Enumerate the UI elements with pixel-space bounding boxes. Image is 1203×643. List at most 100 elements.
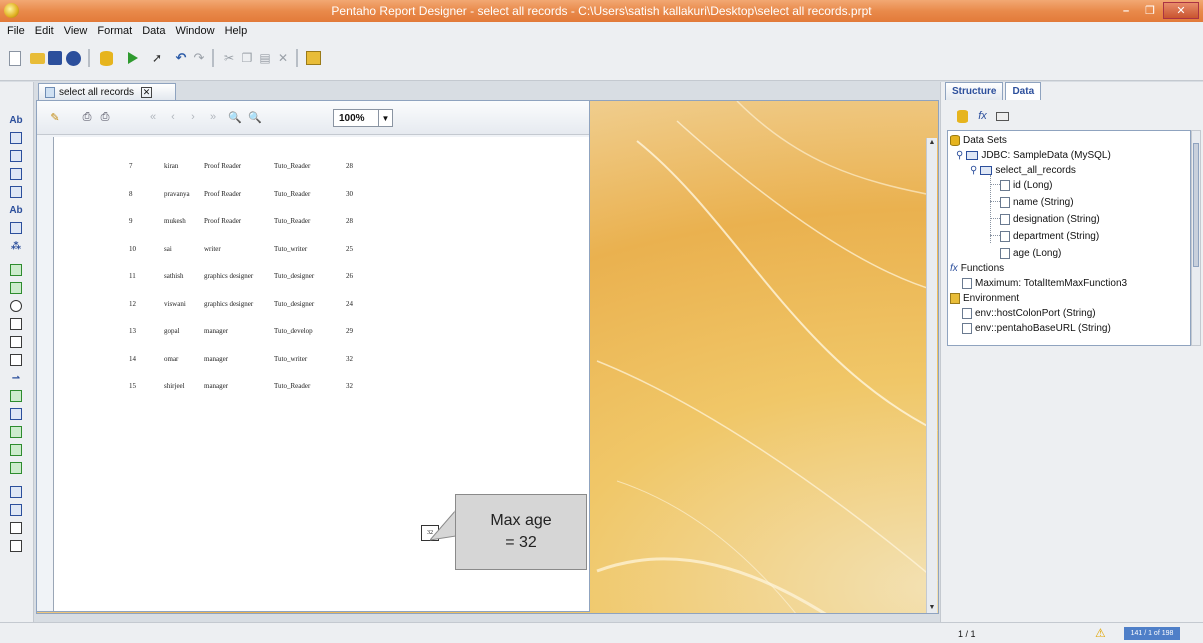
last-page-button[interactable]: » (205, 109, 221, 125)
tree-field-age[interactable]: age (Long) (1000, 246, 1061, 260)
palette-number-field-button[interactable] (8, 148, 24, 164)
add-data-source-button[interactable] (955, 109, 970, 124)
publish-button[interactable] (64, 49, 82, 67)
new-report-button[interactable] (6, 49, 24, 67)
palette-chart-button[interactable] (8, 388, 24, 404)
age-cell: 28 (346, 162, 353, 170)
undo-icon: ↶ (175, 50, 187, 65)
palette-resource-message-button[interactable]: ⁂ (8, 238, 24, 254)
palette-table-of-contents-button[interactable] (8, 520, 24, 536)
tree-field-department[interactable]: department (String) (1000, 229, 1099, 243)
zoom-select[interactable]: 100% ▼ (333, 109, 393, 127)
open-button[interactable] (28, 49, 46, 67)
expand-icon: ⚲ (956, 149, 964, 161)
palette-vertical-line-button[interactable] (8, 352, 24, 368)
scroll-up-icon[interactable]: ▲ (927, 138, 937, 148)
tree-node-environment[interactable]: Environment (950, 291, 1019, 305)
palette-index-button[interactable] (8, 538, 24, 554)
tree-function-maximum[interactable]: Maximum: TotalItemMaxFunction3 (962, 276, 1127, 290)
edit-mode-button[interactable]: ✎ (47, 109, 63, 125)
menu-edit[interactable]: Edit (30, 25, 59, 37)
warning-icon[interactable]: ⚠ (1095, 626, 1106, 640)
maximize-button[interactable]: ❐ (1139, 2, 1161, 19)
report-row: 15 shirjeel manager Tuto_Reader 32 (54, 382, 354, 394)
tree-node-query[interactable]: ⚲ select_all_records (970, 163, 1076, 177)
menu-window[interactable]: Window (170, 25, 219, 37)
palette-simple-barcode-button[interactable] (8, 406, 24, 422)
database-icon (950, 134, 960, 146)
zoom-out-button[interactable]: 🔍 (247, 109, 263, 125)
delete-button[interactable]: ✕ (274, 49, 292, 67)
menu-view[interactable]: View (59, 25, 93, 37)
palette-image-button[interactable] (8, 280, 24, 296)
page-setup-icon: ⎙ (100, 110, 110, 123)
tree-env-baseurl[interactable]: env::pentahoBaseURL (String) (962, 321, 1111, 335)
print-button[interactable]: ⎙ (79, 109, 95, 125)
palette-label-button[interactable]: Ab (8, 112, 24, 128)
minimize-button[interactable]: – (1115, 2, 1137, 19)
document-tab[interactable]: select all records ✕ (38, 83, 176, 100)
palette-image-field-button[interactable] (8, 262, 24, 278)
palette-text-field-button[interactable] (8, 130, 24, 146)
designation-cell: writer (204, 244, 221, 253)
tree-env-host[interactable]: env::hostColonPort (String) (962, 306, 1096, 320)
add-parameter-button[interactable] (995, 109, 1010, 124)
palette-resource-field-button[interactable] (8, 220, 24, 236)
data-source-button[interactable] (97, 49, 115, 67)
editor-vertical-scrollbar[interactable]: ▲ ▼ (926, 138, 937, 613)
palette-line-sparkline-button[interactable] (8, 442, 24, 458)
palette-ellipse-button[interactable] (8, 298, 24, 314)
last-page-icon: » (209, 111, 217, 123)
palette-message-field-button[interactable] (8, 184, 24, 200)
page-setup-button[interactable]: ⎙ (97, 109, 113, 125)
select-button[interactable]: ➚ (148, 49, 166, 67)
palette-survey-scale-button[interactable]: ⇀ (8, 370, 24, 386)
tree-node-data-sets[interactable]: Data Sets (950, 133, 1007, 147)
tree-field-name[interactable]: name (String) (1000, 195, 1074, 209)
paste-button[interactable]: ▤ (256, 49, 274, 67)
palette-pie-sparkline-button[interactable] (8, 460, 24, 476)
tree-field-id[interactable]: id (Long) (1000, 178, 1052, 192)
image-field-icon (10, 264, 22, 276)
palette-resource-label-button[interactable]: Ab (8, 202, 24, 218)
department-cell: Tuto_writer (274, 244, 308, 253)
tree-node-jdbc[interactable]: ⚲ JDBC: SampleData (MySQL) (956, 148, 1111, 162)
menu-bar: File Edit View Format Data Window Help (0, 22, 1203, 39)
palette-bar-sparkline-button[interactable] (8, 424, 24, 440)
palette-rectangle-button[interactable] (8, 316, 24, 332)
scroll-down-icon[interactable]: ▼ (927, 603, 937, 613)
field-icon (1000, 230, 1010, 242)
palette-horizontal-line-button[interactable] (8, 334, 24, 350)
palette-date-field-button[interactable] (8, 166, 24, 182)
close-tab-icon[interactable]: ✕ (141, 86, 153, 98)
cut-button[interactable]: ✂ (220, 49, 238, 67)
tab-structure[interactable]: Structure (945, 82, 1004, 100)
tree-scrollbar[interactable] (1191, 130, 1201, 346)
rectangle-icon (10, 318, 22, 330)
scrollbar-thumb[interactable] (1193, 143, 1199, 267)
redo-button[interactable]: ↷ (190, 49, 208, 67)
tree-node-functions[interactable]: fx Functions (950, 261, 1004, 275)
next-page-button[interactable]: › (185, 109, 201, 125)
palette-band-button[interactable] (8, 484, 24, 500)
age-cell: 32 (346, 354, 353, 363)
previous-page-button[interactable]: ‹ (165, 109, 181, 125)
undo-button[interactable]: ↶ (172, 49, 190, 67)
menu-format[interactable]: Format (92, 25, 137, 37)
close-button[interactable]: ✕ (1163, 2, 1199, 19)
tree-field-designation[interactable]: designation (String) (1000, 212, 1100, 226)
save-button[interactable] (46, 49, 64, 67)
memory-indicator[interactable]: 141 / 1 of 198 (1124, 627, 1180, 640)
copy-button[interactable]: ❐ (238, 49, 256, 67)
palette-subreport-button[interactable] (8, 502, 24, 518)
add-function-button[interactable]: fx (975, 109, 990, 124)
preview-button[interactable] (304, 49, 322, 67)
run-button[interactable] (124, 49, 142, 67)
menu-data[interactable]: Data (137, 25, 170, 37)
zoom-in-button[interactable]: 🔍 (227, 109, 243, 125)
menu-file[interactable]: File (2, 25, 30, 37)
tab-data[interactable]: Data (1005, 82, 1042, 100)
menu-help[interactable]: Help (220, 25, 253, 37)
first-page-button[interactable]: « (145, 109, 161, 125)
printer-icon: ⎙ (82, 110, 92, 123)
